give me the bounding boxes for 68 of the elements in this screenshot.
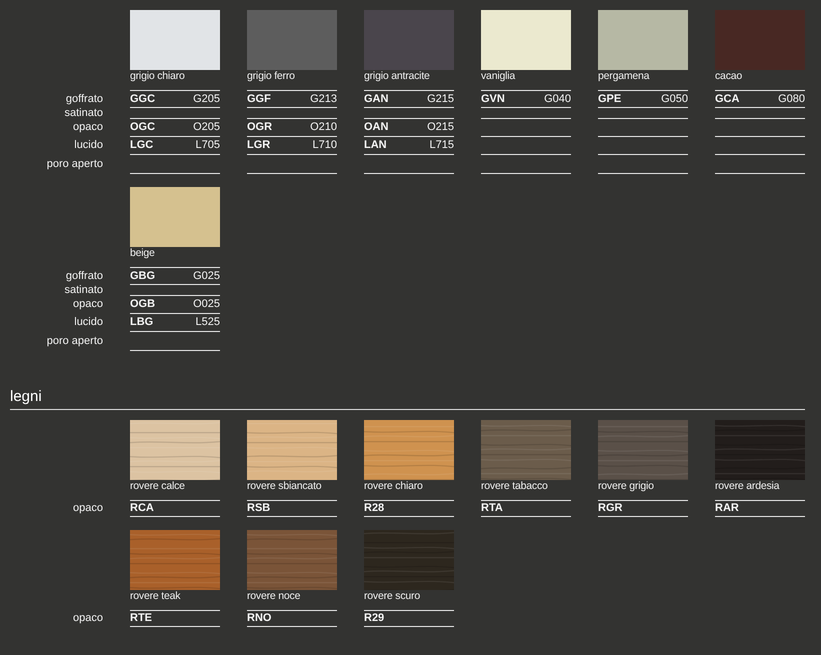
section-heading: legni xyxy=(10,388,42,405)
swatch-label: rovere ardesia xyxy=(715,481,780,491)
finish-code: R29 xyxy=(364,613,384,624)
finish-label: opaco xyxy=(73,299,103,310)
finish-number: L710 xyxy=(312,140,337,151)
finish-label: satinato xyxy=(64,284,103,296)
swatch-label: pergamena xyxy=(598,71,650,81)
finish-number: G213 xyxy=(310,94,337,104)
swatch-label: grigio chiaro xyxy=(130,71,186,81)
swatch-label: grigio antracite xyxy=(364,71,431,81)
finish-label: lucido xyxy=(74,140,103,151)
finish-number: G040 xyxy=(544,94,571,104)
finish-code: GPE xyxy=(598,94,622,104)
finish-label: poro aperto xyxy=(46,158,103,170)
finish-code: RCA xyxy=(130,503,154,514)
finish-number: L525 xyxy=(196,317,220,328)
swatch-label: vaniglia xyxy=(481,71,516,81)
finish-number: G080 xyxy=(778,94,805,104)
finish-number: G050 xyxy=(661,94,688,104)
swatch-label: rovere noce xyxy=(247,591,302,601)
finish-code: GGF xyxy=(247,94,271,104)
finish-label: goffrato xyxy=(66,270,103,282)
finish-label: goffrato xyxy=(66,94,103,104)
swatch-label: rovere scuro xyxy=(364,591,421,601)
finish-code: GCA xyxy=(715,94,740,104)
swatch-label: cacao xyxy=(715,71,744,81)
finish-label: poro aperto xyxy=(46,336,103,346)
finish-code: RGR xyxy=(598,503,622,514)
finish-code: R28 xyxy=(364,503,384,514)
finish-code: OGB xyxy=(130,299,156,310)
finish-code: RNO xyxy=(247,613,272,624)
finish-code: RAR xyxy=(715,503,739,514)
finish-number: G205 xyxy=(193,94,220,104)
swatch-label: rovere chiaro xyxy=(364,481,424,491)
finish-number: L715 xyxy=(430,140,454,151)
finish-label: opaco xyxy=(73,122,103,133)
swatch-label: rovere sbiancato xyxy=(247,481,322,491)
finish-code: GVN xyxy=(481,94,505,104)
finish-code: LGC xyxy=(130,140,154,151)
finish-code: RSB xyxy=(247,503,270,514)
finish-code: LAN xyxy=(364,140,387,151)
finish-code: GAN xyxy=(364,94,388,104)
swatch-label: rovere teak xyxy=(130,591,182,601)
finish-number: O205 xyxy=(193,122,220,133)
finish-number: G215 xyxy=(427,94,454,104)
finish-code: GBG xyxy=(130,270,156,282)
swatch-label: rovere tabacco xyxy=(481,481,549,491)
finish-label: lucido xyxy=(74,317,103,328)
finish-code: OGC xyxy=(130,122,156,133)
finish-number: O210 xyxy=(310,122,337,133)
swatch-label: grigio ferro xyxy=(247,71,296,81)
finish-code: LGR xyxy=(247,140,270,151)
finish-code: RTA xyxy=(481,503,503,514)
finish-label: opaco xyxy=(73,503,103,514)
finish-code: RTE xyxy=(130,613,152,624)
swatch-label: rovere calce xyxy=(130,481,186,491)
finish-label: satinato xyxy=(64,108,103,118)
finish-code: OGR xyxy=(247,122,272,133)
finish-code: GGC xyxy=(130,94,156,104)
finish-number: O215 xyxy=(427,122,454,133)
finish-code: LBG xyxy=(130,317,154,328)
swatch-label: rovere grigio xyxy=(598,481,655,491)
finish-number: L705 xyxy=(196,140,220,151)
finish-code: OAN xyxy=(364,122,388,133)
finish-number: G025 xyxy=(193,270,220,282)
finish-label: opaco xyxy=(73,613,103,624)
finish-number: O025 xyxy=(193,299,220,310)
swatch-label: beige xyxy=(130,248,156,258)
